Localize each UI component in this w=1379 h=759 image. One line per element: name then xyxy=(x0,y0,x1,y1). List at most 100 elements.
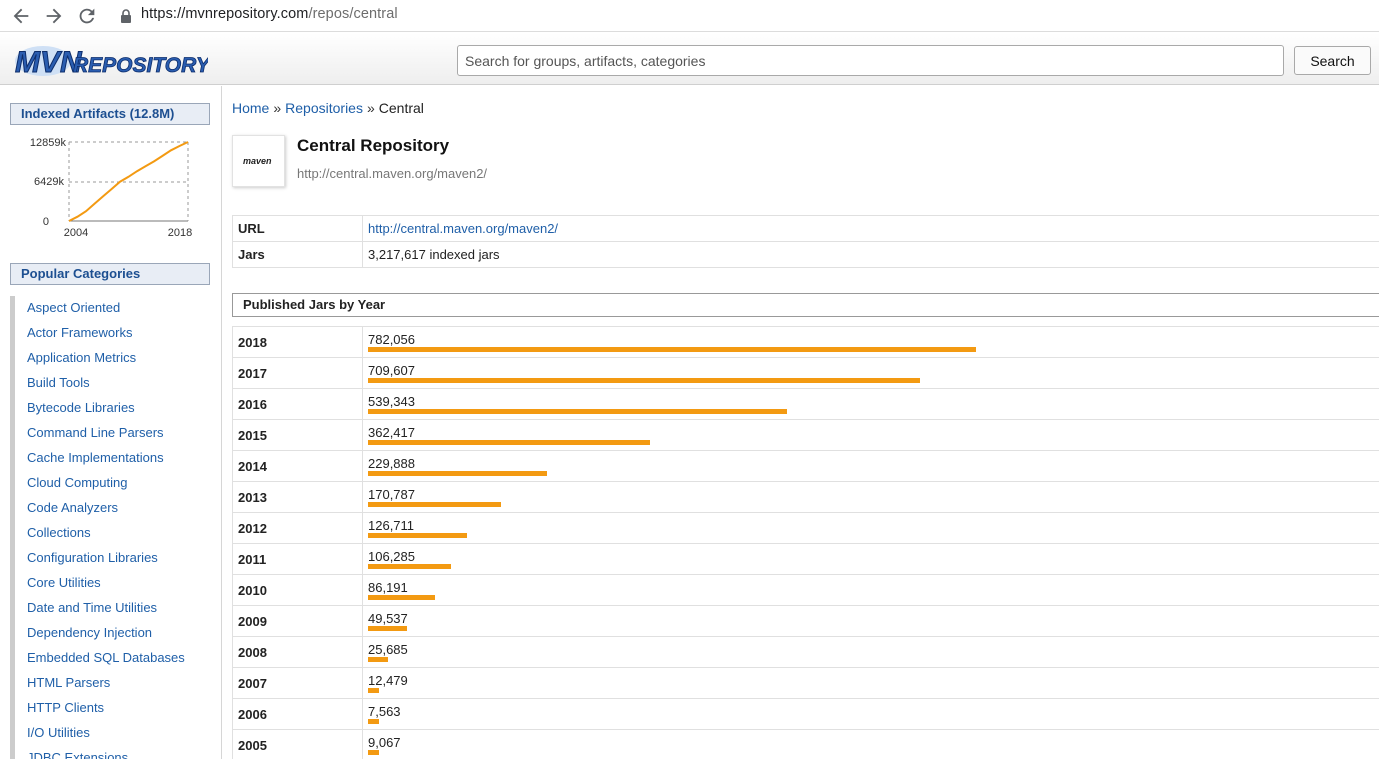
column-divider xyxy=(362,730,363,759)
year-label: 2010 xyxy=(238,583,267,598)
category-link[interactable]: Embedded SQL Databases xyxy=(10,646,215,671)
browser-toolbar: https://mvnrepository.com/repos/central xyxy=(0,0,1379,32)
address-bar[interactable]: https://mvnrepository.com/repos/central xyxy=(141,6,398,22)
jar-count: 709,607 xyxy=(368,363,415,378)
info-key: URL xyxy=(232,215,363,242)
y-tick-label: 6429k xyxy=(34,176,64,188)
count-bar xyxy=(368,409,787,414)
category-link[interactable]: Date and Time Utilities xyxy=(10,596,215,621)
repo-url: http://central.maven.org/maven2/ xyxy=(297,166,488,181)
info-value: 3,217,617 indexed jars xyxy=(362,241,1379,268)
category-link[interactable]: I/O Utilities xyxy=(10,721,215,746)
jar-count: 539,343 xyxy=(368,394,415,409)
year-label: 2017 xyxy=(238,366,267,381)
category-link[interactable]: Cache Implementations xyxy=(10,446,215,471)
search-input[interactable] xyxy=(457,45,1284,76)
jar-count: 782,056 xyxy=(368,332,415,347)
count-bar xyxy=(368,347,976,352)
category-link[interactable]: HTML Parsers xyxy=(10,671,215,696)
info-value: http://central.maven.org/maven2/ xyxy=(362,215,1379,242)
repo-url-link[interactable]: http://central.maven.org/maven2/ xyxy=(368,221,558,236)
column-divider xyxy=(362,513,363,543)
x-tick-label: 2004 xyxy=(64,227,88,239)
column-divider xyxy=(362,699,363,729)
table-row: 2012 126,711 xyxy=(232,512,1379,543)
breadcrumb-separator: » xyxy=(273,100,282,116)
category-link[interactable]: Configuration Libraries xyxy=(10,546,215,571)
column-divider xyxy=(362,327,363,357)
count-bar xyxy=(368,688,379,693)
table-row: 2007 12,479 xyxy=(232,667,1379,698)
column-divider xyxy=(362,637,363,667)
table-row: 2014 229,888 xyxy=(232,450,1379,481)
category-list: Aspect Oriented Actor Frameworks Applicati… xyxy=(10,296,215,759)
count-bar xyxy=(368,564,451,569)
breadcrumb-repositories[interactable]: Repositories xyxy=(285,100,363,116)
breadcrumb-home[interactable]: Home xyxy=(232,100,269,116)
jar-count: 229,888 xyxy=(368,456,415,471)
jar-count: 12,479 xyxy=(368,673,408,688)
table-row: 2015 362,417 xyxy=(232,419,1379,450)
column-divider xyxy=(362,544,363,574)
category-link[interactable]: Bytecode Libraries xyxy=(10,396,215,421)
column-divider xyxy=(362,606,363,636)
category-link[interactable]: Cloud Computing xyxy=(10,471,215,496)
page-title: Central Repository xyxy=(297,136,450,155)
column-divider xyxy=(362,420,363,450)
year-label: 2011 xyxy=(238,552,267,567)
jar-count: 362,417 xyxy=(368,425,415,440)
count-bar xyxy=(368,595,435,600)
column-divider xyxy=(362,358,363,388)
url-path: /repos/central xyxy=(308,6,398,22)
table-row: 2010 86,191 xyxy=(232,574,1379,605)
year-label: 2008 xyxy=(238,645,267,660)
info-key: Jars xyxy=(232,241,363,268)
table-row: 2016 539,343 xyxy=(232,388,1379,419)
table-row: 2018 782,056 xyxy=(232,326,1379,357)
jar-count: 106,285 xyxy=(368,549,415,564)
breadcrumb: Home» Repositories» Central xyxy=(232,100,424,116)
table-row: 2017 709,607 xyxy=(232,357,1379,388)
table-row: 2008 25,685 xyxy=(232,636,1379,667)
url-host: https://mvnrepository.com xyxy=(141,6,309,22)
indexed-artifacts-title: Indexed Artifacts (12.8M) xyxy=(10,103,210,125)
mvnrepository-logo[interactable]: MVN REPOSITORY xyxy=(13,39,209,80)
category-link[interactable]: HTTP Clients xyxy=(10,696,215,721)
sidebar: Indexed Artifacts (12.8M) 12859k 6429k 0… xyxy=(0,86,222,759)
maven-logo-text: maven xyxy=(243,156,272,166)
count-bar xyxy=(368,626,407,631)
section-title: Published Jars by Year xyxy=(232,293,1379,317)
forward-icon[interactable] xyxy=(43,5,65,27)
jar-count: 9,067 xyxy=(368,735,401,750)
table-row: Jars 3,217,617 indexed jars xyxy=(232,241,1379,268)
back-icon[interactable] xyxy=(10,5,32,27)
category-link[interactable]: Dependency Injection xyxy=(10,621,215,646)
search-button[interactable]: Search xyxy=(1294,46,1371,75)
reload-icon[interactable] xyxy=(76,5,98,27)
lock-icon xyxy=(119,8,133,24)
jar-count: 86,191 xyxy=(368,580,408,595)
jar-count: 7,563 xyxy=(368,704,401,719)
repo-info-table: URL http://central.maven.org/maven2/ Jar… xyxy=(232,215,1379,268)
category-link[interactable]: Command Line Parsers xyxy=(10,421,215,446)
year-label: 2007 xyxy=(238,676,267,691)
jars-by-year-table: 2018 782,056 2017 709,607 2016 539,343 2015 362… xyxy=(232,326,1379,759)
category-link[interactable]: JDBC Extensions xyxy=(10,746,215,759)
category-link[interactable]: Aspect Oriented xyxy=(10,296,215,321)
category-link[interactable]: Application Metrics xyxy=(10,346,215,371)
year-label: 2018 xyxy=(238,335,267,350)
category-link[interactable]: Build Tools xyxy=(10,371,215,396)
table-row: URL http://central.maven.org/maven2/ xyxy=(232,215,1379,242)
table-row: 2009 49,537 xyxy=(232,605,1379,636)
category-link[interactable]: Actor Frameworks xyxy=(10,321,215,346)
category-link[interactable]: Collections xyxy=(10,521,215,546)
year-label: 2013 xyxy=(238,490,267,505)
year-label: 2014 xyxy=(238,459,267,474)
category-link[interactable]: Core Utilities xyxy=(10,571,215,596)
count-bar xyxy=(368,440,650,445)
breadcrumb-separator: » xyxy=(366,100,375,116)
column-divider xyxy=(362,575,363,605)
breadcrumb-current: Central xyxy=(378,100,424,116)
category-link[interactable]: Code Analyzers xyxy=(10,496,215,521)
jar-count: 49,537 xyxy=(368,611,408,626)
